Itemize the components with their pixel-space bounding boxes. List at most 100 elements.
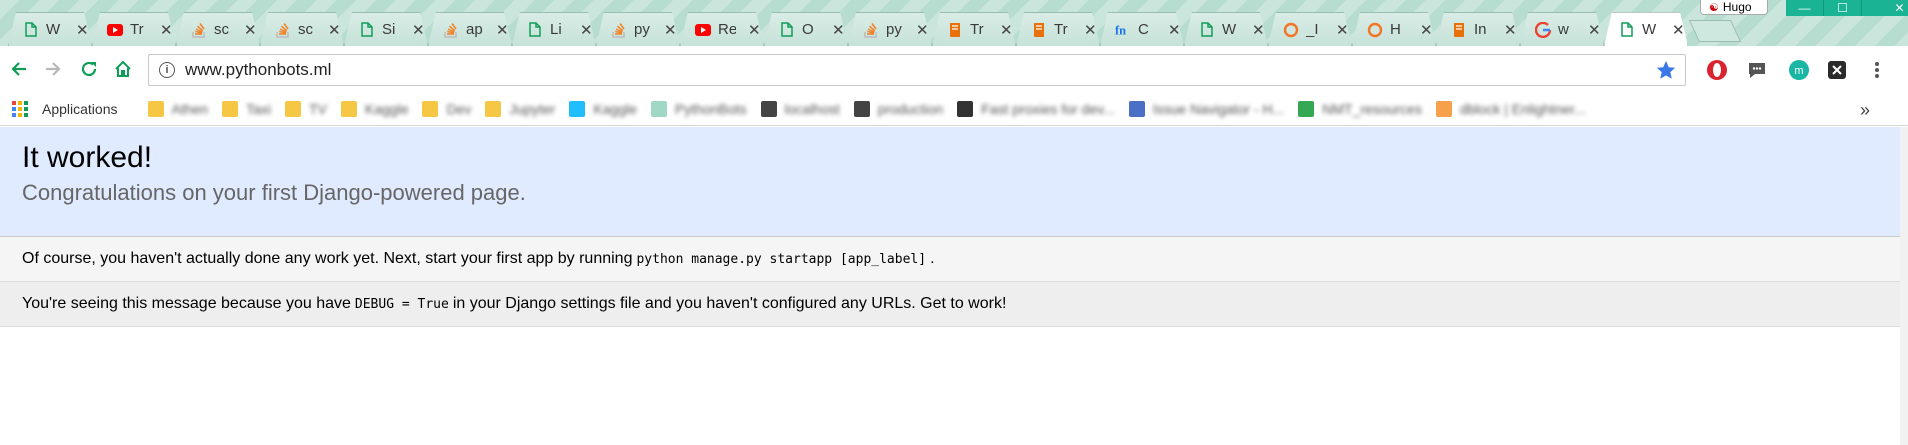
tab-close-icon[interactable]: ✕ bbox=[1084, 21, 1097, 39]
minimize-button[interactable]: — bbox=[1786, 0, 1824, 16]
bookmark-icon bbox=[569, 100, 586, 117]
tab[interactable]: ap ✕ bbox=[428, 12, 512, 46]
tab-close-icon[interactable]: ✕ bbox=[1336, 21, 1349, 39]
tab[interactable]: sc ✕ bbox=[260, 12, 344, 46]
bookmark-item[interactable]: Jupyter bbox=[485, 100, 555, 117]
tab[interactable]: Tr ✕ bbox=[932, 12, 1016, 46]
tab-title: py bbox=[886, 21, 902, 38]
tab-title: Re bbox=[718, 21, 736, 38]
tab[interactable]: O ✕ bbox=[764, 12, 848, 46]
bookmark-icon bbox=[285, 100, 301, 117]
bookmark-item[interactable]: Taxi bbox=[222, 100, 271, 117]
bookmark-item[interactable]: Fast proxies for dev... bbox=[957, 100, 1115, 117]
bookmark-item[interactable]: TV bbox=[285, 100, 327, 117]
tab-close-icon[interactable]: ✕ bbox=[664, 21, 677, 39]
tab-close-icon[interactable]: ✕ bbox=[244, 21, 257, 39]
tab-close-icon[interactable]: ✕ bbox=[76, 21, 89, 39]
m-extension-icon[interactable]: m bbox=[1788, 59, 1810, 81]
bookmark-item[interactable]: production bbox=[853, 100, 943, 117]
tab[interactable]: Si ✕ bbox=[344, 12, 428, 46]
youtube-icon bbox=[107, 22, 123, 38]
tab-close-icon[interactable]: ✕ bbox=[1000, 21, 1013, 39]
tab[interactable]: H ✕ bbox=[1352, 12, 1436, 46]
tab-close-icon[interactable]: ✕ bbox=[160, 21, 173, 39]
tab-close-icon[interactable]: ✕ bbox=[412, 21, 425, 39]
bookmark-item[interactable]: dblock | Enlightner... bbox=[1435, 100, 1586, 117]
forward-button[interactable] bbox=[40, 56, 66, 82]
tab-title: Tr bbox=[970, 21, 984, 38]
tab-close-icon[interactable]: ✕ bbox=[748, 21, 761, 39]
vertical-scrollbar[interactable] bbox=[1900, 127, 1908, 445]
book-icon bbox=[947, 22, 963, 38]
bookmark-label: Taxi bbox=[246, 100, 271, 117]
tab-close-icon[interactable]: ✕ bbox=[1420, 21, 1433, 39]
tab[interactable]: W ✕ bbox=[8, 12, 92, 46]
bookmarks-overflow-icon[interactable]: » bbox=[1860, 100, 1870, 121]
tab-title: In bbox=[1474, 21, 1487, 38]
tab[interactable]: py ✕ bbox=[848, 12, 932, 46]
url-input[interactable] bbox=[185, 60, 1585, 80]
tab-title: H bbox=[1390, 21, 1401, 38]
profile-button[interactable]: ☯ Hugo bbox=[1700, 0, 1768, 15]
reload-button[interactable] bbox=[76, 56, 102, 82]
tab[interactable]: w ✕ bbox=[1520, 12, 1604, 46]
tab[interactable]: Tr ✕ bbox=[1016, 12, 1100, 46]
apps-grid-icon[interactable] bbox=[12, 100, 28, 117]
instructions-section: Of course, you haven't actually done any… bbox=[0, 237, 1900, 282]
maximize-button[interactable]: ☐ bbox=[1824, 0, 1862, 16]
tab-close-icon[interactable]: ✕ bbox=[832, 21, 845, 39]
chat-extension-icon[interactable] bbox=[1746, 59, 1768, 81]
bookmark-item[interactable]: PythonBots bbox=[650, 100, 747, 117]
tab[interactable]: fn C ✕ bbox=[1100, 12, 1184, 46]
tab[interactable]: sc ✕ bbox=[176, 12, 260, 46]
stackoverflow-icon bbox=[443, 22, 459, 38]
tab-close-icon[interactable]: ✕ bbox=[1252, 21, 1265, 39]
tab-close-icon[interactable]: ✕ bbox=[1588, 21, 1601, 39]
tab-title: ap bbox=[466, 21, 483, 38]
tab-close-icon[interactable]: ✕ bbox=[1504, 21, 1517, 39]
site-info-icon[interactable]: i bbox=[159, 62, 175, 78]
page-icon bbox=[23, 22, 39, 38]
close-window-button[interactable]: ✕ bbox=[1862, 0, 1908, 16]
back-button[interactable] bbox=[6, 56, 32, 82]
bookmark-icon bbox=[1128, 100, 1145, 117]
tab[interactable]: In ✕ bbox=[1436, 12, 1520, 46]
page-subtitle: Congratulations on your first Django-pow… bbox=[22, 180, 526, 205]
bookmark-item[interactable]: Athen bbox=[147, 100, 208, 117]
bookmark-star-icon[interactable] bbox=[1655, 59, 1677, 86]
tab-close-icon[interactable]: ✕ bbox=[328, 21, 341, 39]
tab-close-icon[interactable]: ✕ bbox=[916, 21, 929, 39]
menu-kebab-icon[interactable] bbox=[1866, 59, 1888, 81]
tab[interactable]: py ✕ bbox=[596, 12, 680, 46]
page-icon bbox=[359, 22, 375, 38]
tab[interactable]: Tr ✕ bbox=[92, 12, 176, 46]
bookmark-item[interactable]: Issue Navigator - H... bbox=[1128, 100, 1284, 117]
bookmark-item[interactable]: Dev bbox=[422, 100, 471, 117]
bookmark-icon bbox=[760, 100, 777, 117]
bookmark-item[interactable]: NMT_resources bbox=[1298, 100, 1422, 117]
bookmark-icon bbox=[1298, 100, 1315, 117]
page-title: It worked! bbox=[22, 141, 153, 174]
tab[interactable]: W ✕ bbox=[1184, 12, 1268, 46]
home-button[interactable] bbox=[110, 56, 136, 82]
bookmark-item[interactable]: localhost bbox=[760, 100, 840, 117]
tab-close-icon[interactable]: ✕ bbox=[1168, 21, 1181, 39]
x-extension-icon[interactable] bbox=[1826, 59, 1848, 81]
bookmark-item[interactable]: Kaggle bbox=[340, 100, 408, 117]
tab-close-icon[interactable]: ✕ bbox=[580, 21, 593, 39]
tab[interactable]: Re ✕ bbox=[680, 12, 764, 46]
stackoverflow-icon bbox=[863, 22, 879, 38]
tab-active[interactable]: W ✕ bbox=[1604, 12, 1688, 46]
tab-title: Li bbox=[550, 21, 562, 38]
tab[interactable]: _I ✕ bbox=[1268, 12, 1352, 46]
tab-close-icon[interactable]: ✕ bbox=[1672, 21, 1685, 39]
bookmark-applications[interactable]: Applications bbox=[42, 101, 118, 117]
address-bar[interactable]: i bbox=[148, 54, 1686, 86]
new-tab-button[interactable] bbox=[1688, 20, 1742, 42]
tab[interactable]: Li ✕ bbox=[512, 12, 596, 46]
opera-extension-icon[interactable] bbox=[1706, 59, 1728, 81]
stackoverflow-icon bbox=[191, 22, 207, 38]
page-icon bbox=[527, 22, 543, 38]
tab-close-icon[interactable]: ✕ bbox=[496, 21, 509, 39]
bookmark-item[interactable]: Kaggle bbox=[569, 100, 637, 117]
